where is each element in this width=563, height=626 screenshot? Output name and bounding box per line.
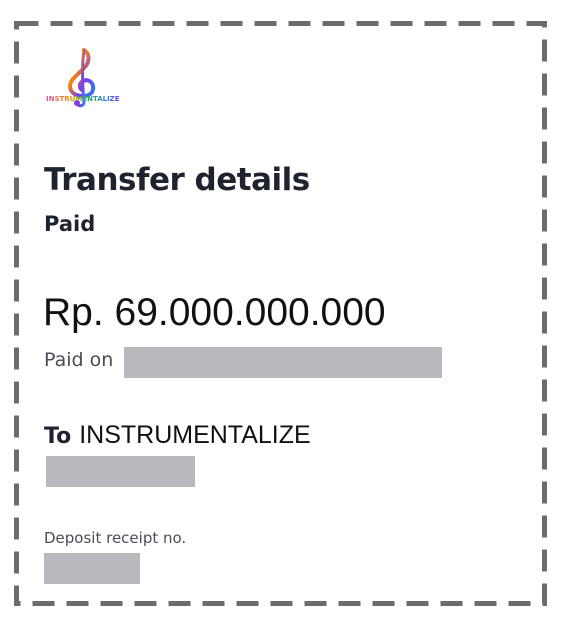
recipient-name: INSTRUMENTALIZE <box>79 421 311 449</box>
redacted-paid-date <box>124 347 442 378</box>
to-label: To <box>44 424 72 449</box>
recipient-line: To INSTRUMENTALIZE <box>44 421 311 450</box>
transfer-amount: Rp. 69.000.000.000 <box>43 291 386 334</box>
page-title: Transfer details <box>44 162 310 198</box>
transfer-receipt-page: INSTRUMENTALIZE Transfer details Paid Rp… <box>0 0 563 626</box>
svg-text:INSTRUMENTALIZE: INSTRUMENTALIZE <box>46 95 120 103</box>
redacted-recipient-account <box>46 456 195 487</box>
brand-logo: INSTRUMENTALIZE <box>46 46 120 108</box>
paid-on-label: Paid on <box>44 349 114 371</box>
deposit-receipt-label: Deposit receipt no. <box>44 529 187 547</box>
brand-logo-text: INSTRUMENTALIZE <box>46 95 120 103</box>
redacted-receipt-number <box>44 553 140 584</box>
status-label: Paid <box>44 212 96 236</box>
